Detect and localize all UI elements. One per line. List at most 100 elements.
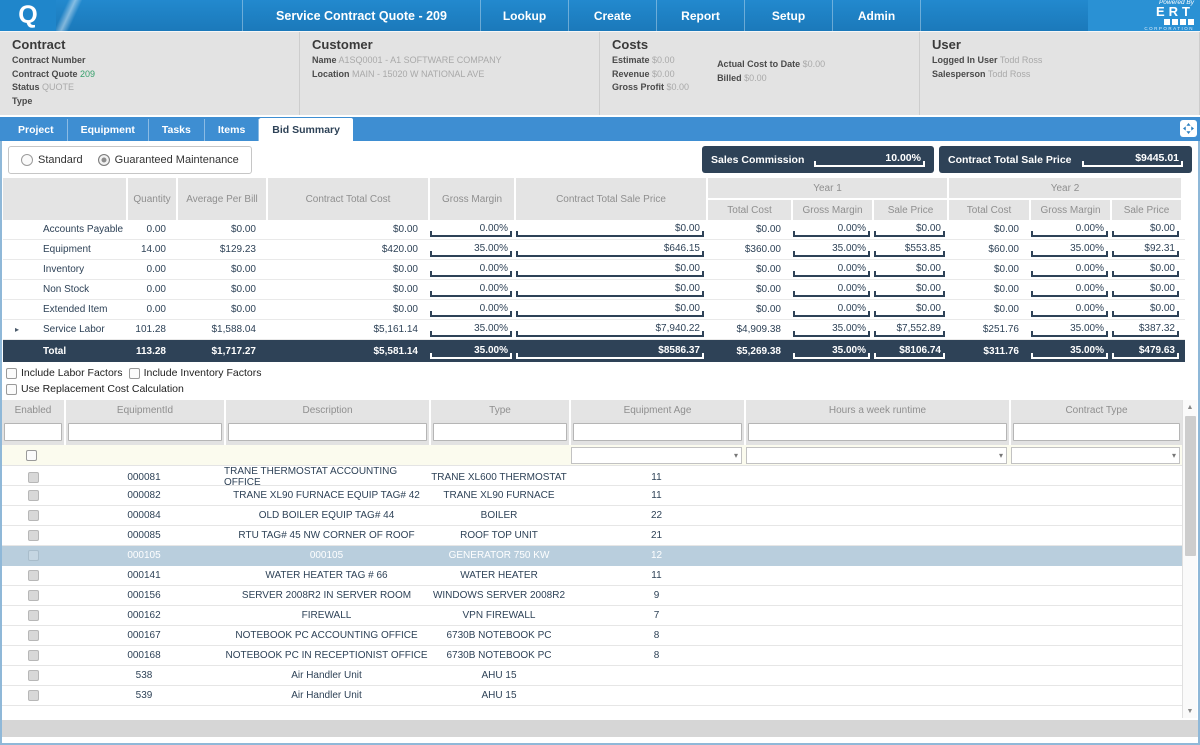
app-logo[interactable]: Q	[0, 0, 56, 31]
radio-standard[interactable]: Standard	[21, 154, 83, 166]
cell-y2-gross-margin-field[interactable]: 35.00%	[1031, 344, 1108, 359]
cell-y1-gross-margin-field[interactable]: 0.00%	[793, 262, 870, 277]
scroll-down-arrow-icon[interactable]: ▼	[1183, 704, 1197, 718]
include-inventory-factors-checkbox[interactable]	[129, 368, 140, 379]
cell-y1-gross-margin-field[interactable]: 35.00%	[793, 242, 870, 257]
cell-contract-total-sale-price-field[interactable]: $646.15	[516, 242, 704, 257]
equipment-row[interactable]: 000141WATER HEATER TAG # 66WATER HEATER1…	[2, 566, 1182, 586]
cell-y1-sale-price-field[interactable]: $0.00	[874, 222, 945, 237]
row-enabled-checkbox[interactable]	[28, 472, 39, 483]
radio-guaranteed-circle-icon[interactable]	[98, 154, 110, 166]
include-labor-factors-checkbox[interactable]	[6, 368, 17, 379]
filter-hours-runtime-input[interactable]	[748, 423, 1007, 441]
equipment-row[interactable]: 000085RTU TAG# 45 NW CORNER OF ROOFROOF …	[2, 526, 1182, 546]
row-enabled-checkbox[interactable]	[28, 590, 39, 601]
tab-equipment[interactable]: Equipment	[68, 119, 149, 141]
row-enabled-checkbox[interactable]	[28, 510, 39, 521]
filter-equipment-age-input[interactable]	[573, 423, 742, 441]
scrollbar-track[interactable]	[1183, 414, 1197, 704]
cell-y2-gross-margin-field[interactable]: 0.00%	[1031, 302, 1108, 317]
cell-gross-margin-field[interactable]: 0.00%	[430, 302, 512, 317]
row-enabled-checkbox[interactable]	[28, 610, 39, 621]
radio-guaranteed-maintenance[interactable]: Guaranteed Maintenance	[98, 154, 239, 166]
cell-contract-total-sale-price-field[interactable]: $0.00	[516, 262, 704, 277]
contract-total-sale-price-field[interactable]: $9445.01	[1082, 152, 1183, 167]
filter-enabled-input[interactable]	[4, 423, 62, 441]
filter-equipmentid-input[interactable]	[68, 423, 222, 441]
row-enabled-checkbox[interactable]	[28, 650, 39, 661]
cell-y1-gross-margin-field[interactable]: 0.00%	[793, 282, 870, 297]
select-all-checkbox[interactable]	[26, 450, 37, 461]
cell-y2-gross-margin-field[interactable]: 0.00%	[1031, 262, 1108, 277]
sales-commission-field[interactable]: 10.00%	[814, 152, 925, 167]
row-enabled-checkbox[interactable]	[28, 530, 39, 541]
cell-y2-gross-margin-field[interactable]: 35.00%	[1031, 322, 1108, 337]
cell-contract-total-sale-price-field[interactable]: $7,940.22	[516, 322, 704, 337]
cell-gross-margin-field[interactable]: 0.00%	[430, 222, 512, 237]
cell-gross-margin-field[interactable]: 35.00%	[430, 344, 512, 359]
cell-y1-sale-price-field[interactable]: $7,552.89	[874, 322, 945, 337]
use-replacement-cost-checkbox[interactable]	[6, 384, 17, 395]
cell-y2-sale-price-field[interactable]: $92.31	[1112, 242, 1179, 257]
menu-report[interactable]: Report	[656, 0, 744, 31]
cell-gross-margin-field[interactable]: 35.00%	[430, 322, 512, 337]
expand-button[interactable]	[1180, 120, 1197, 137]
expand-arrow-icon[interactable]: ▸	[3, 320, 31, 339]
equipment-age-dropdown[interactable]: ▾	[571, 447, 742, 464]
row-enabled-checkbox[interactable]	[28, 670, 39, 681]
cell-y2-sale-price-field[interactable]: $479.63	[1112, 344, 1179, 359]
equipment-row[interactable]: 539Air Handler UnitAHU 15	[2, 686, 1182, 706]
scrollbar-thumb[interactable]	[1185, 416, 1196, 556]
menu-lookup[interactable]: Lookup	[480, 0, 568, 31]
cell-y2-sale-price-field[interactable]: $0.00	[1112, 302, 1179, 317]
tab-tasks[interactable]: Tasks	[149, 119, 205, 141]
cell-y1-gross-margin-field[interactable]: 0.00%	[793, 302, 870, 317]
cell-y2-sale-price-field[interactable]: $387.32	[1112, 322, 1179, 337]
cell-y1-sale-price-field[interactable]: $0.00	[874, 262, 945, 277]
equipment-row[interactable]: 000082TRANE XL90 FURNACE EQUIP TAG# 42TR…	[2, 486, 1182, 506]
cell-contract-total-sale-price-field[interactable]: $0.00	[516, 222, 704, 237]
equipment-row[interactable]: 000081TRANE THERMOSTAT ACCOUNTING OFFICE…	[2, 466, 1182, 486]
cell-y2-gross-margin-field[interactable]: 0.00%	[1031, 282, 1108, 297]
cell-gross-margin-field[interactable]: 0.00%	[430, 282, 512, 297]
scroll-up-arrow-icon[interactable]: ▲	[1183, 400, 1197, 414]
cell-y1-sale-price-field[interactable]: $553.85	[874, 242, 945, 257]
equipment-row[interactable]: 000162FIREWALLVPN FIREWALL7	[2, 606, 1182, 626]
cell-y2-sale-price-field[interactable]: $0.00	[1112, 222, 1179, 237]
cell-gross-margin-field[interactable]: 35.00%	[430, 242, 512, 257]
cell-y1-gross-margin-field[interactable]: 35.00%	[793, 322, 870, 337]
horizontal-scrollbar[interactable]	[2, 720, 1198, 737]
cell-y2-gross-margin-field[interactable]: 0.00%	[1031, 222, 1108, 237]
tab-project[interactable]: Project	[5, 119, 68, 141]
menu-create[interactable]: Create	[568, 0, 656, 31]
equipment-row[interactable]: 000105000105GENERATOR 750 KW12	[2, 546, 1182, 566]
equipment-row[interactable]: 000168NOTEBOOK PC IN RECEPTIONIST OFFICE…	[2, 646, 1182, 666]
contract-type-dropdown[interactable]: ▾	[1011, 447, 1180, 464]
equipment-row[interactable]: 000084OLD BOILER EQUIP TAG# 44BOILER22	[2, 506, 1182, 526]
cell-y2-sale-price-field[interactable]: $0.00	[1112, 262, 1179, 277]
row-enabled-checkbox[interactable]	[28, 690, 39, 701]
radio-standard-circle-icon[interactable]	[21, 154, 33, 166]
row-enabled-checkbox[interactable]	[28, 570, 39, 581]
row-enabled-checkbox[interactable]	[28, 630, 39, 641]
cell-gross-margin-field[interactable]: 0.00%	[430, 262, 512, 277]
cell-y1-gross-margin-field[interactable]: 35.00%	[793, 344, 870, 359]
equipment-row[interactable]: 000156SERVER 2008R2 IN SERVER ROOMWINDOW…	[2, 586, 1182, 606]
cell-y1-sale-price-field[interactable]: $0.00	[874, 282, 945, 297]
cell-contract-total-sale-price-field[interactable]: $0.00	[516, 302, 704, 317]
tab-bid-summary[interactable]: Bid Summary	[259, 118, 353, 141]
equipment-row[interactable]: 538Air Handler UnitAHU 15	[2, 666, 1182, 686]
equipment-row[interactable]: 000167NOTEBOOK PC ACCOUNTING OFFICE6730B…	[2, 626, 1182, 646]
row-enabled-checkbox[interactable]	[28, 550, 39, 561]
cell-y1-sale-price-field[interactable]: $0.00	[874, 302, 945, 317]
row-enabled-checkbox[interactable]	[28, 490, 39, 501]
cell-y1-gross-margin-field[interactable]: 0.00%	[793, 222, 870, 237]
hours-runtime-dropdown[interactable]: ▾	[746, 447, 1007, 464]
cell-y2-sale-price-field[interactable]: $0.00	[1112, 282, 1179, 297]
menu-admin[interactable]: Admin	[832, 0, 920, 31]
cell-contract-total-sale-price-field[interactable]: $8586.37	[516, 344, 704, 359]
cell-y1-sale-price-field[interactable]: $8106.74	[874, 344, 945, 359]
filter-description-input[interactable]	[228, 423, 427, 441]
cell-contract-total-sale-price-field[interactable]: $0.00	[516, 282, 704, 297]
tab-items[interactable]: Items	[205, 119, 259, 141]
